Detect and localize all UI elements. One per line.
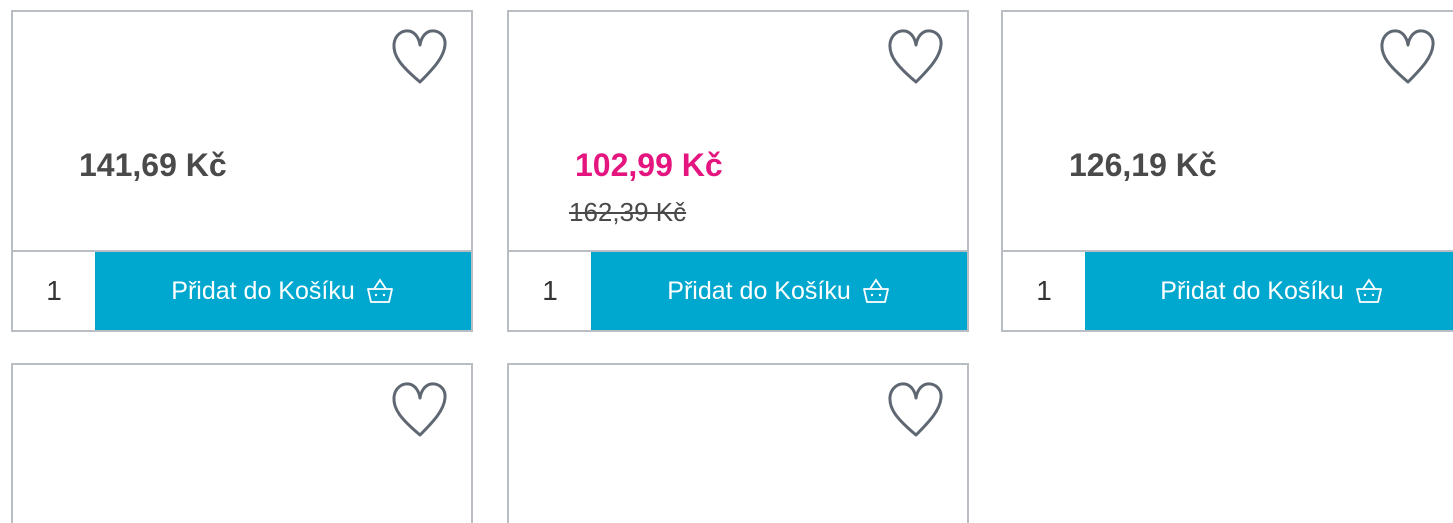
- sale-price: 102,99 Kč: [575, 147, 723, 183]
- add-to-cart-bar: 1 Přidat do Košíku: [13, 250, 471, 330]
- basket-icon: [1354, 276, 1384, 306]
- add-to-cart-label: Přidat do Košíku: [171, 276, 355, 305]
- heart-icon[interactable]: [885, 379, 947, 441]
- add-to-cart-button[interactable]: Přidat do Košíku: [1085, 252, 1453, 330]
- heart-icon[interactable]: [885, 26, 947, 88]
- heart-icon[interactable]: [389, 379, 451, 441]
- quantity-input[interactable]: 1: [509, 252, 591, 330]
- product-card: [11, 363, 473, 523]
- basket-icon: [365, 276, 395, 306]
- add-to-cart-label: Přidat do Košíku: [1160, 276, 1344, 305]
- product-card: [507, 363, 969, 523]
- add-to-cart-button[interactable]: Přidat do Košíku: [591, 252, 967, 330]
- heart-icon[interactable]: [389, 26, 451, 88]
- price: 141,69 Kč: [79, 147, 227, 183]
- heart-icon[interactable]: [1377, 26, 1439, 88]
- price: 126,19 Kč: [1069, 147, 1217, 183]
- add-to-cart-label: Přidat do Košíku: [667, 276, 851, 305]
- original-price: 162,39 Kč: [569, 197, 687, 227]
- quantity-input[interactable]: 1: [1003, 252, 1085, 330]
- add-to-cart-button[interactable]: Přidat do Košíku: [95, 252, 471, 330]
- quantity-input[interactable]: 1: [13, 252, 95, 330]
- product-card: 141,69 Kč 1 Přidat do Košíku: [11, 10, 473, 332]
- add-to-cart-bar: 1 Přidat do Košíku: [509, 250, 967, 330]
- product-card: 126,19 Kč 1 Přidat do Košíku: [1001, 10, 1453, 332]
- basket-icon: [861, 276, 891, 306]
- add-to-cart-bar: 1 Přidat do Košíku: [1003, 250, 1453, 330]
- product-card: 102,99 Kč 162,39 Kč 1 Přidat do Košíku: [507, 10, 969, 332]
